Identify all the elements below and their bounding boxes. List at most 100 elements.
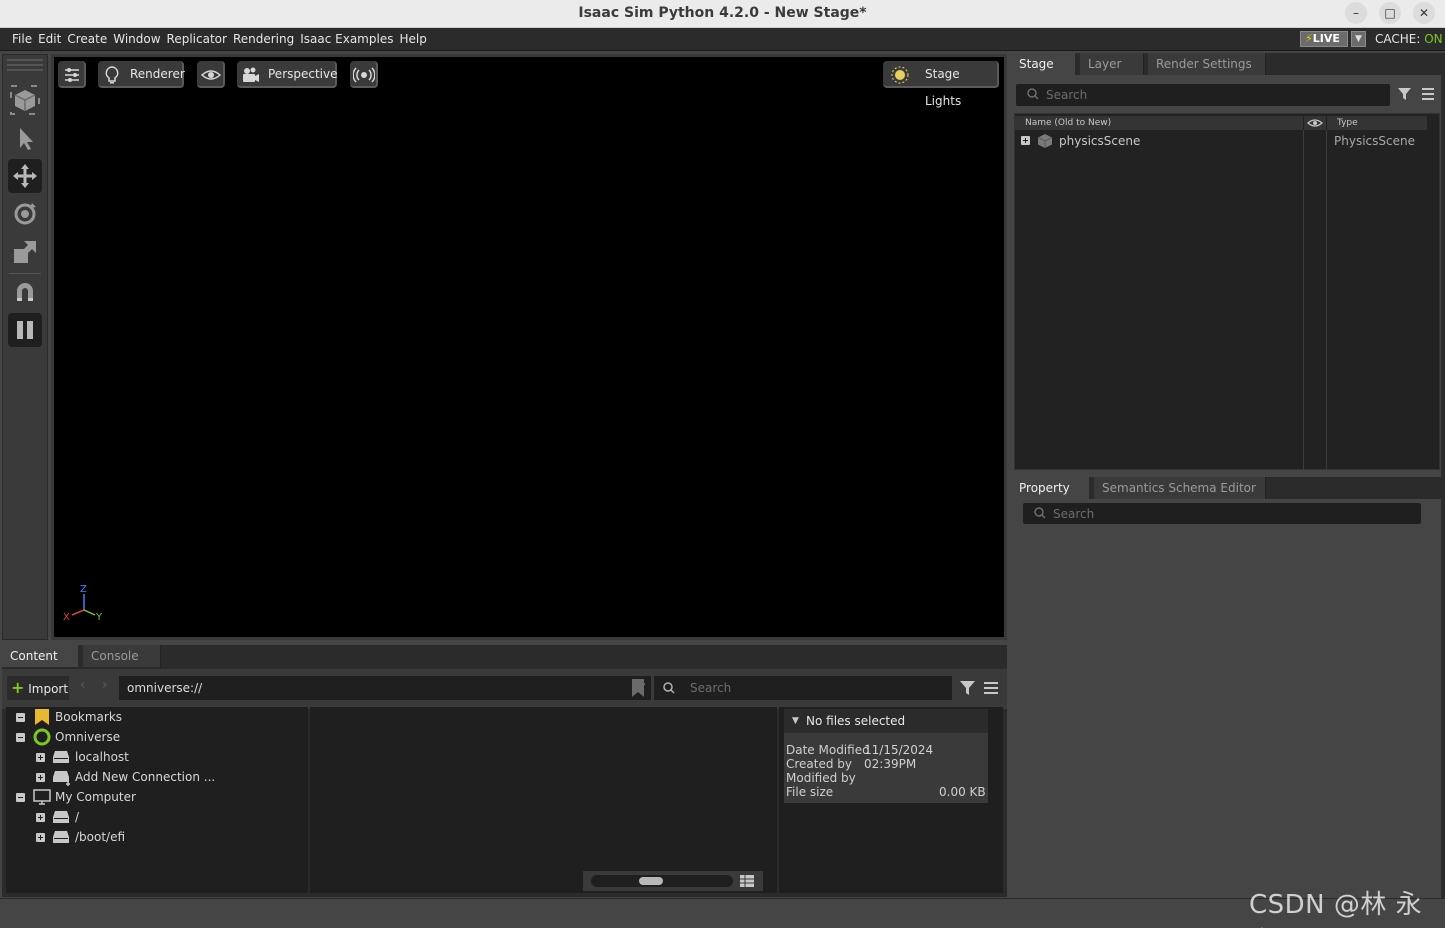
tree-item-bookmarks[interactable]: Bookmarks — [6, 708, 306, 726]
import-label: Import — [28, 682, 69, 696]
menu-rendering[interactable]: Rendering — [230, 28, 297, 51]
tree-item-my-computer[interactable]: My Computer — [6, 788, 306, 806]
import-button[interactable]: + Import — [7, 676, 69, 700]
collapse-icon[interactable] — [16, 793, 25, 802]
expand-icon[interactable] — [1021, 136, 1030, 145]
zoom-bar — [583, 871, 763, 891]
menu-file[interactable]: File — [9, 28, 35, 51]
tree-item-root-drive[interactable]: / — [6, 808, 306, 826]
filter-icon[interactable] — [959, 679, 977, 697]
expand-icon[interactable] — [36, 813, 45, 822]
tree-item-label: Omniverse — [55, 730, 121, 744]
menu-isaac-examples[interactable]: Isaac Examples — [297, 28, 396, 51]
tab-content[interactable]: Content — [2, 645, 78, 667]
axis-gizmo: Z X Y — [60, 580, 110, 625]
minimize-button[interactable]: – — [1345, 2, 1367, 24]
property-tabs: Property Semantics Schema Editor — [1011, 477, 1443, 499]
collapse-icon[interactable] — [16, 713, 25, 722]
stage-search-input[interactable]: Search — [1016, 84, 1390, 106]
move-icon[interactable] — [8, 159, 42, 193]
tree-item-label: My Computer — [55, 790, 136, 804]
menu-create[interactable]: Create — [64, 28, 110, 51]
menu-edit[interactable]: Edit — [35, 28, 64, 51]
scale-icon[interactable] — [8, 235, 42, 269]
drive-icon — [53, 751, 69, 763]
content-tree[interactable]: Bookmarks Omniverse localhost Add New Co… — [6, 707, 308, 893]
renderer-label: Renderer — [130, 67, 185, 81]
tab-render-settings[interactable]: Render Settings — [1148, 53, 1266, 75]
lightning-icon: ⚡ — [1305, 32, 1313, 45]
select-arrow-icon[interactable] — [8, 121, 42, 155]
zoom-slider[interactable] — [591, 875, 733, 887]
tree-item-localhost[interactable]: localhost — [6, 748, 306, 766]
left-toolbar — [2, 54, 48, 640]
tab-semantics-schema-editor[interactable]: Semantics Schema Editor — [1094, 477, 1266, 499]
rotate-icon[interactable] — [8, 197, 42, 231]
plus-icon: + — [11, 678, 25, 697]
camera-icon — [243, 67, 259, 82]
maximize-button[interactable]: □ — [1379, 2, 1401, 24]
eye-icon — [1307, 119, 1323, 127]
menu-help[interactable]: Help — [396, 28, 429, 51]
tab-console[interactable]: Console — [83, 645, 161, 667]
bookmark-icon — [35, 709, 49, 725]
visibility-column-header[interactable] — [1304, 116, 1326, 130]
stage-tree[interactable]: Name (Old to New) Type physicsScene Phys… — [1014, 113, 1440, 470]
forward-arrow-icon[interactable]: › — [102, 677, 108, 693]
column-type-header[interactable]: Type — [1327, 116, 1427, 130]
caret-down-icon: ▼ — [792, 716, 799, 726]
file-info-header[interactable]: ▼ No files selected — [784, 709, 988, 733]
back-arrow-icon[interactable]: ‹ — [80, 677, 86, 693]
cache-label: CACHE: — [1375, 32, 1421, 46]
bookmark-add-icon[interactable] — [631, 678, 645, 698]
visibility-button[interactable] — [197, 61, 225, 88]
table-row[interactable]: physicsScene PhysicsScene — [1015, 132, 1441, 150]
options-menu-icon[interactable] — [1420, 86, 1436, 102]
live-dropdown-button[interactable]: ▼ — [1351, 31, 1366, 47]
expand-icon[interactable] — [36, 833, 45, 842]
tree-item-boot-efi[interactable]: /boot/efi — [6, 828, 306, 846]
viewport[interactable]: Renderer Perspective Stage Lights — [54, 57, 1004, 637]
column-name-header[interactable]: Name (Old to New) — [1015, 116, 1303, 130]
toolbar-grip[interactable] — [7, 59, 43, 73]
stage-panel: Stage Layer Render Settings Search Name … — [1011, 53, 1443, 473]
zoom-slider-handle[interactable] — [639, 877, 663, 885]
options-menu-icon[interactable] — [982, 679, 1000, 697]
close-button[interactable]: ✕ — [1413, 2, 1435, 24]
tree-item-omniverse[interactable]: Omniverse — [6, 728, 306, 746]
expand-icon[interactable] — [36, 753, 45, 762]
filter-icon[interactable] — [1397, 86, 1413, 102]
content-search-input[interactable]: Search — [654, 676, 952, 700]
tab-layer[interactable]: Layer — [1080, 53, 1144, 75]
stage-tree-header: Name (Old to New) Type — [1015, 116, 1441, 130]
stage-lights-button[interactable]: Stage Lights — [883, 61, 999, 108]
menu-window[interactable]: Window — [110, 28, 163, 51]
computer-icon — [33, 789, 51, 805]
select-mode-icon[interactable] — [8, 83, 42, 117]
tree-item-add-new-connection[interactable]: Add New Connection ... — [6, 768, 306, 786]
camera-label: Perspective — [268, 67, 338, 81]
renderer-button[interactable]: Renderer — [98, 61, 185, 88]
property-search-placeholder: Search — [1053, 507, 1095, 521]
stage-search-placeholder: Search — [1046, 88, 1088, 102]
property-search-input[interactable]: Search — [1023, 503, 1421, 524]
file-grid[interactable] — [310, 707, 777, 893]
tab-stage[interactable]: Stage — [1011, 53, 1075, 75]
list-view-icon[interactable] — [739, 874, 755, 888]
content-toolbar: + Import ‹ › omniverse:// ▼ Search — [2, 669, 1007, 709]
camera-button[interactable]: Perspective — [237, 61, 338, 88]
viewport-settings-button[interactable] — [58, 61, 86, 88]
snap-magnet-icon[interactable] — [8, 275, 42, 309]
live-button[interactable]: ⚡LIVE — [1300, 31, 1348, 47]
pause-icon[interactable] — [8, 313, 42, 347]
cache-status: CACHE: ON — [1375, 28, 1443, 51]
menu-replicator[interactable]: Replicator — [164, 28, 230, 51]
column-divider — [1326, 130, 1327, 470]
path-input[interactable]: omniverse:// ▼ — [119, 676, 651, 700]
expand-icon[interactable] — [36, 773, 45, 782]
search-icon — [1027, 88, 1039, 100]
streaming-button[interactable] — [350, 61, 378, 88]
tab-property[interactable]: Property — [1011, 477, 1089, 499]
collapse-icon[interactable] — [16, 733, 25, 742]
watermark: CSDN @林 永良 — [1249, 890, 1423, 928]
